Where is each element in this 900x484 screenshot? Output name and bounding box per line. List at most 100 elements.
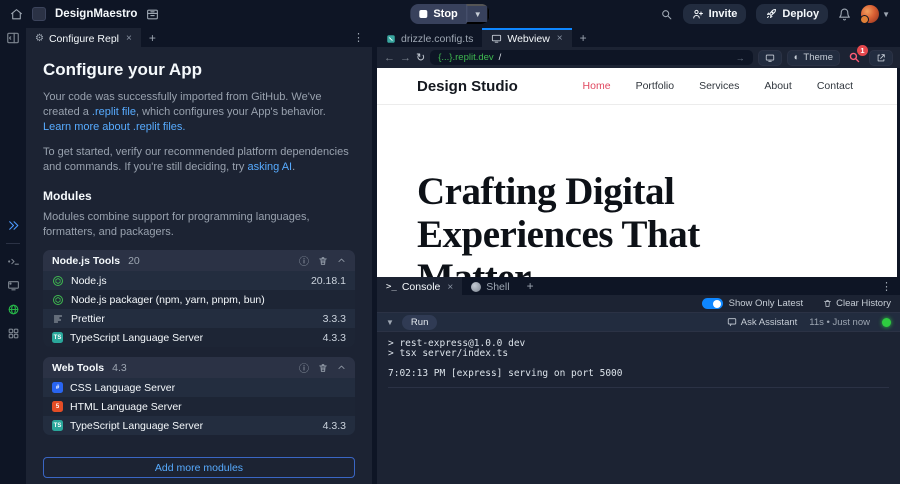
add-more-modules-button[interactable]: Add more modules	[43, 457, 355, 478]
module-row[interactable]: Prettier 3.3.3	[43, 309, 355, 328]
new-tab-plus-icon[interactable]: +	[141, 28, 164, 47]
invite-button[interactable]: Invite	[682, 4, 747, 24]
theme-icon: ◐	[793, 52, 800, 63]
stop-button[interactable]: Stop	[410, 4, 466, 24]
deploy-button[interactable]: Deploy	[756, 4, 829, 24]
run-command-pill[interactable]: Run	[401, 314, 438, 330]
replit-file-link[interactable]: .replit file	[92, 106, 136, 118]
forward-icon[interactable]: →	[400, 52, 411, 64]
collapse-run-chevron-icon[interactable]: ▼	[386, 318, 394, 327]
url-bar[interactable]: {...}.replit.dev / →	[430, 50, 753, 65]
chevron-down-icon: ▼	[882, 9, 890, 19]
module-group-version: 4.3	[112, 361, 127, 374]
open-external-icon[interactable]	[869, 49, 893, 66]
module-label: CSS Language Server	[70, 381, 176, 394]
collapse-chevron-icon[interactable]	[337, 363, 346, 372]
nodejs-icon	[53, 294, 63, 305]
ask-assistant-button[interactable]: Ask Assistant	[727, 317, 797, 328]
home-icon[interactable]	[10, 8, 23, 21]
html-icon: 5	[52, 401, 63, 412]
account-menu[interactable]: ▼	[860, 5, 890, 24]
trash-icon	[824, 300, 831, 307]
trash-icon[interactable]	[318, 256, 328, 266]
tab-shell[interactable]: Shell	[462, 277, 518, 295]
module-row[interactable]: Node.js 20.18.1	[43, 271, 355, 290]
site-brand[interactable]: Design Studio	[417, 78, 518, 95]
webview-monitor-icon[interactable]	[7, 279, 20, 292]
back-icon[interactable]: ←	[384, 52, 395, 64]
module-row[interactable]: TS TypeScript Language Server 4.3.3	[43, 416, 355, 435]
hero-line: Matter	[417, 256, 857, 277]
module-group-header[interactable]: Web Tools 4.3 ⓘ	[43, 357, 355, 378]
hero-line: Crafting Digital	[417, 170, 675, 213]
tab-label: Console	[401, 281, 441, 293]
run-entry-row: ▼ Run Ask Assistant 11s • Just now	[377, 312, 900, 332]
console-output[interactable]: > rest-express@1.0.0 dev > tsx server/in…	[377, 332, 900, 484]
module-version: 4.3.3	[322, 419, 346, 432]
console-pane: >_ Console × Shell + ⋮ Show Only Latest	[377, 277, 900, 484]
nav-link-about[interactable]: About	[764, 80, 791, 92]
module-row[interactable]: Node.js packager (npm, yarn, pnpm, bun)	[43, 290, 355, 309]
nav-link-portfolio[interactable]: Portfolio	[636, 80, 675, 92]
console-output-block: > rest-express@1.0.0 dev > tsx server/in…	[388, 339, 889, 388]
module-row[interactable]: 5 HTML Language Server	[43, 397, 355, 416]
deploy-label: Deploy	[782, 8, 820, 20]
clear-history-button[interactable]: Clear History	[823, 298, 891, 309]
new-tab-plus-icon[interactable]: +	[572, 28, 595, 47]
collapse-sidebar-icon[interactable]	[6, 31, 20, 45]
config-tabbar: ⚙ Configure Repl × + ⋮	[26, 28, 372, 47]
devtools-monitor-icon[interactable]	[757, 49, 782, 66]
tab-drizzle-config[interactable]: drizzle.config.ts	[377, 28, 482, 47]
typescript-icon: TS	[52, 332, 63, 343]
new-tab-plus-icon[interactable]: +	[519, 277, 542, 295]
topbar-left: DesignMaestro	[10, 7, 159, 21]
search-icon[interactable]	[660, 8, 673, 21]
shell-icon	[471, 282, 482, 292]
learn-more-link[interactable]: Learn more about .replit files.	[43, 121, 185, 133]
tab-label: drizzle.config.ts	[401, 32, 474, 45]
run-timing: 11s • Just now	[809, 316, 870, 328]
trash-icon[interactable]	[318, 363, 328, 373]
webview-browser-bar: ← → ↻ {...}.replit.dev / → ◐ Theme 1	[377, 44, 900, 68]
networking-globe-icon[interactable]	[7, 303, 20, 316]
info-icon[interactable]: ⓘ	[299, 360, 309, 375]
module-group-version: 20	[128, 254, 140, 267]
invite-label: Invite	[708, 8, 738, 20]
stop-options-chevron-icon[interactable]: ▼	[466, 4, 490, 24]
close-tab-icon[interactable]: ×	[557, 33, 563, 44]
archive-icon[interactable]	[146, 8, 159, 21]
show-only-latest-toggle[interactable]	[701, 298, 723, 309]
nav-link-home[interactable]: Home	[583, 80, 611, 92]
info-icon[interactable]: ⓘ	[299, 253, 309, 268]
show-only-latest-label[interactable]: Show Only Latest	[729, 298, 803, 309]
collapse-chevron-icon[interactable]	[337, 256, 346, 265]
tab-configure-repl[interactable]: ⚙ Configure Repl ×	[26, 28, 141, 47]
tab-webview[interactable]: Webview ×	[482, 28, 572, 47]
console-options-kebab-icon[interactable]: ⋮	[873, 277, 900, 295]
intro-text: To get started, verify our recommended p…	[43, 146, 349, 173]
run-controls: Stop ▼	[410, 4, 490, 24]
module-row[interactable]: TS TypeScript Language Server 4.3.3	[43, 328, 355, 347]
replit-workspace-window: DesignMaestro Stop ▼ Invite Deploy ▼ ⚙ C…	[0, 0, 900, 484]
site-nav-links: Home Portfolio Services About Contact	[583, 80, 853, 92]
theme-button[interactable]: ◐ Theme	[786, 49, 840, 66]
module-row[interactable]: # CSS Language Server	[43, 378, 355, 397]
close-tab-icon[interactable]: ×	[447, 282, 453, 293]
tab-console[interactable]: >_ Console ×	[377, 277, 463, 295]
repl-title: DesignMaestro	[55, 8, 138, 20]
tab-label: Webview	[507, 32, 550, 45]
clear-history-label: Clear History	[836, 298, 891, 309]
module-group-header[interactable]: Node.js Tools 20 ⓘ	[43, 250, 355, 271]
refresh-icon[interactable]: ↻	[416, 51, 425, 64]
all-tools-grid-icon[interactable]	[7, 327, 20, 340]
asking-ai-link[interactable]: asking AI	[247, 161, 292, 173]
agent-icon[interactable]	[7, 219, 20, 232]
shell-icon[interactable]	[7, 255, 20, 268]
pane-options-kebab-icon[interactable]: ⋮	[345, 28, 372, 47]
nav-link-services[interactable]: Services	[699, 80, 739, 92]
go-arrow-icon[interactable]: →	[736, 53, 745, 63]
notifications-bell-icon[interactable]	[838, 8, 851, 21]
close-tab-icon[interactable]: ×	[126, 33, 132, 44]
nav-link-contact[interactable]: Contact	[817, 80, 853, 92]
repl-avatar	[32, 7, 46, 21]
